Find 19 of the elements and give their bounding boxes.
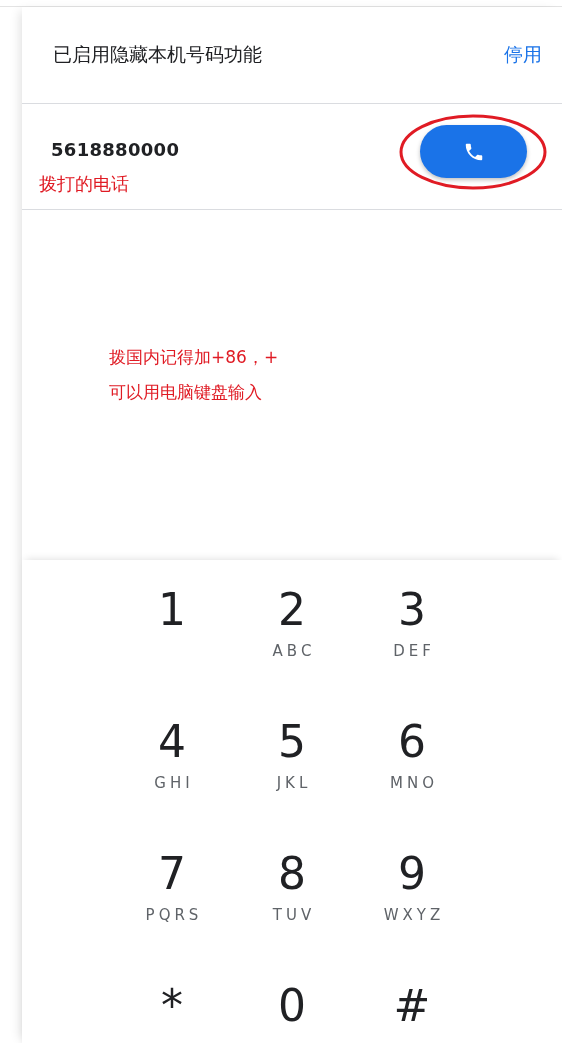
dialpad-key[interactable]: 4 GHI [112, 710, 232, 842]
annotation-text: 可以用电脑键盘输入 [109, 381, 262, 404]
dialpad-key[interactable]: 0 [232, 974, 352, 1043]
dialpad-key[interactable]: 3 DEF [352, 578, 472, 710]
dialpad-key[interactable]: 6 MNO [352, 710, 472, 842]
annotation-text: 拨打的电话 [39, 172, 130, 196]
dialpad-key[interactable]: 5 JKL [232, 710, 352, 842]
dialpad-key[interactable]: # [352, 974, 472, 1043]
dialpad-key[interactable]: 1 [112, 578, 232, 710]
annotation-text: 拨国内记得加+86，+ [109, 346, 279, 369]
dialpad-key[interactable]: 9 WXYZ [352, 842, 472, 974]
dialpad-key[interactable]: 8 TUV [232, 842, 352, 974]
dialed-number: 5618880000 [51, 139, 180, 160]
disable-link[interactable]: 停用 [504, 42, 542, 68]
dialpad-key[interactable]: 7 PQRS [112, 842, 232, 974]
status-message: 已启用隐藏本机号码功能 [53, 42, 262, 67]
call-button[interactable] [420, 125, 527, 178]
dialpad-key[interactable]: 2 ABC [232, 578, 352, 710]
dialpad-key[interactable]: * [112, 974, 232, 1043]
